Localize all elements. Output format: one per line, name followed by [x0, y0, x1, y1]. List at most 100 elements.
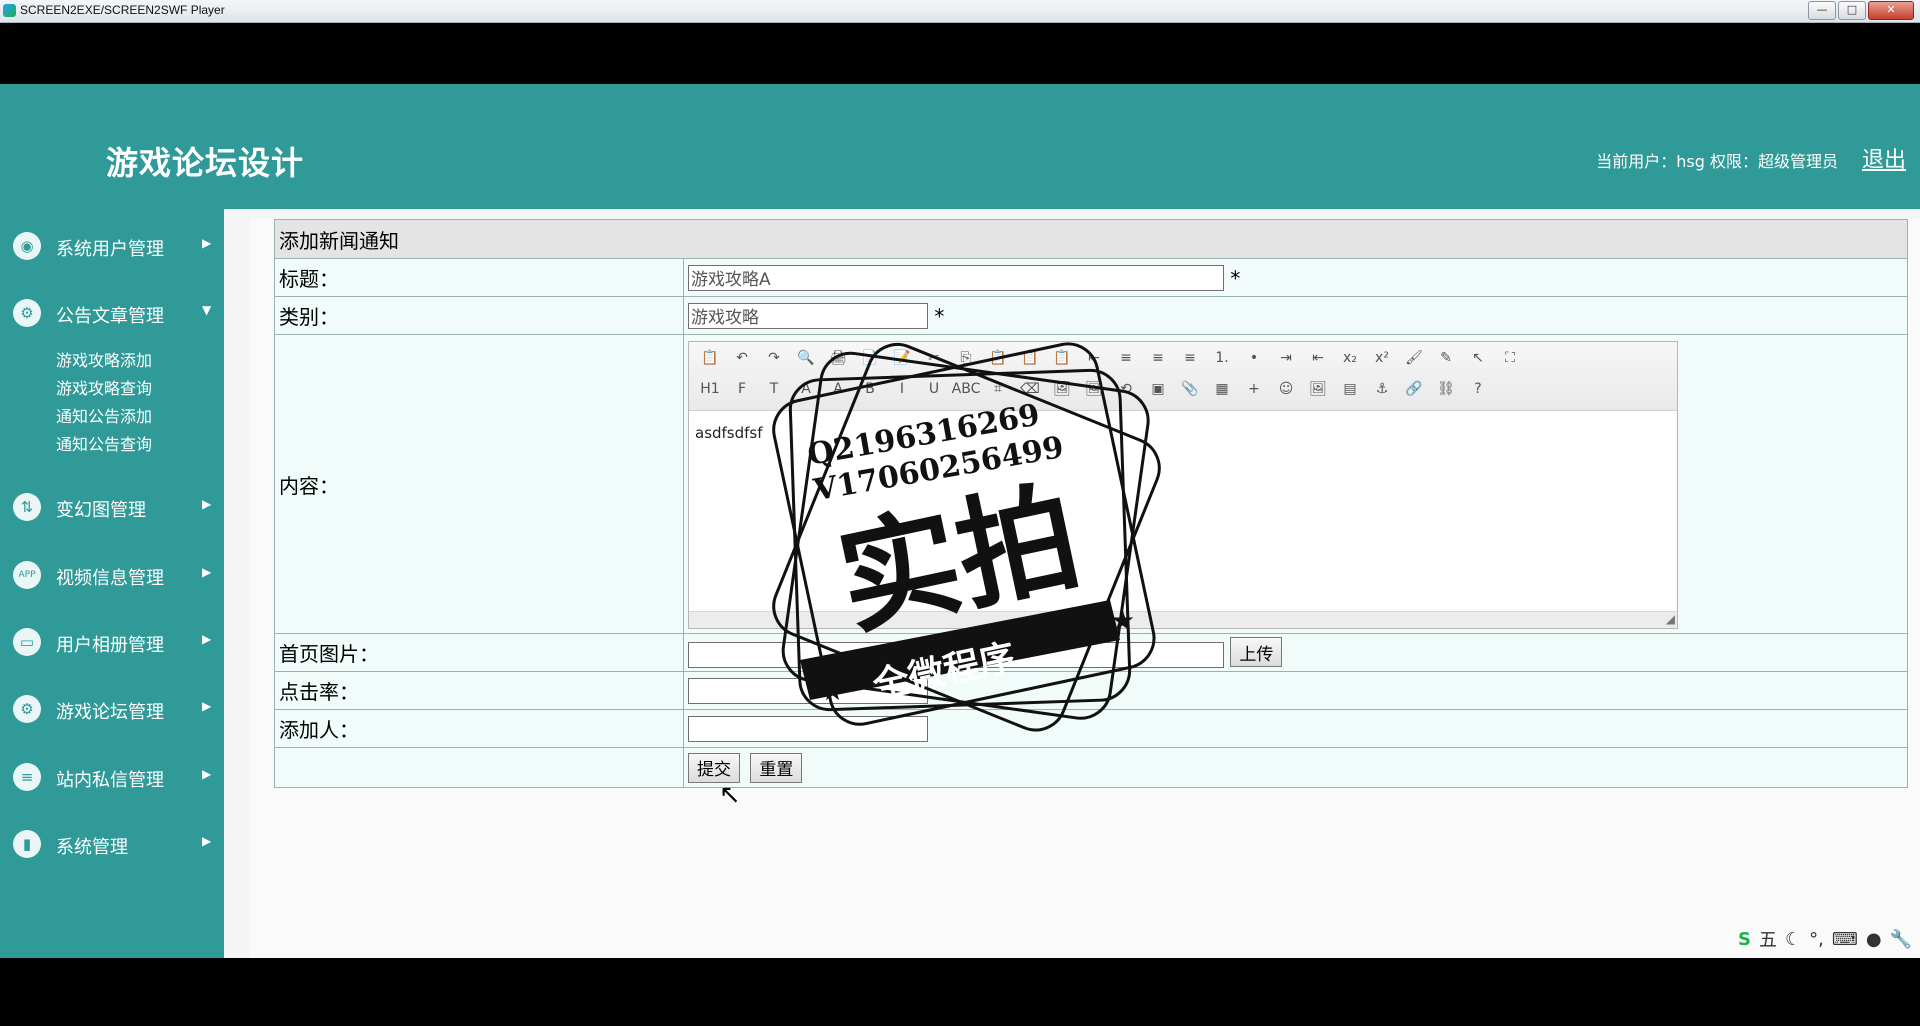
app-header: 游戏论坛设计 当前用户：hsg 权限：超级管理员 退出	[0, 84, 1920, 209]
editor-tool-icon[interactable]: U	[921, 377, 947, 401]
sidebar-item-carousel[interactable]: ⇅ 变幻图管理 ▶	[0, 487, 224, 527]
sidebar-item-system-users[interactable]: ◉ 系统用户管理 ▶	[0, 226, 224, 266]
editor-tool-icon[interactable]: H1	[697, 377, 723, 401]
editor-tool-icon[interactable]: 🖨	[825, 346, 851, 370]
editor-tool-icon[interactable]: 1.	[1209, 346, 1235, 370]
editor-toolbar: 📋 ↶ ↷ 🔍 🖨 📄 📝 ✂ ⎘ 📋 📋 📋 ⇤ ≡ ≡ ≡ 1. • ⇥ ⇤ x₂ x² 🖌 ✎ ↖ ⛶ H1 F T A A B I U A…	[689, 342, 1677, 411]
editor-tool-icon[interactable]: •	[1241, 346, 1267, 370]
minimize-button[interactable]: —	[1808, 1, 1836, 20]
logout-link[interactable]: 退出	[1862, 142, 1906, 174]
editor-tool-icon[interactable]: ⇤	[1305, 346, 1331, 370]
editor-tool-icon[interactable]: A	[793, 377, 819, 401]
editor-tool-icon[interactable]: ↖	[1465, 346, 1491, 370]
sogou-icon[interactable]: S	[1738, 929, 1751, 950]
editor-tool-icon[interactable]: ⎘	[953, 346, 979, 370]
editor-tool-icon[interactable]: ▤	[1337, 377, 1363, 401]
reset-button[interactable]: 重置	[750, 752, 803, 783]
editor-tool-icon[interactable]: 🖼	[1305, 377, 1331, 401]
editor-content[interactable]: asdfsdfsf	[695, 424, 763, 442]
editor-tool-icon[interactable]: ↷	[761, 346, 787, 370]
sidebar-item-label: 站内私信管理	[56, 770, 164, 791]
editor-tool-icon[interactable]: ⚓	[1369, 377, 1395, 401]
editor-tool-icon[interactable]: F	[729, 377, 755, 401]
user-icon[interactable]: ●	[1866, 929, 1882, 950]
editor-tool-icon[interactable]: 🖼	[1081, 377, 1107, 401]
editor-tool-icon[interactable]: ?	[1465, 377, 1491, 401]
chevron-right-icon: ▶	[202, 699, 212, 713]
punctuation-icon[interactable]: °,	[1809, 929, 1824, 950]
editor-tool-icon[interactable]: 📄	[857, 346, 883, 370]
image-path-input[interactable]	[688, 641, 1224, 668]
adder-input[interactable]	[688, 716, 928, 742]
editor-tool-icon[interactable]: ▣	[1145, 377, 1171, 401]
editor-tool-icon[interactable]: ≡	[1113, 346, 1139, 370]
user-screen-icon: ◉	[13, 232, 41, 260]
car-icon: ▭	[13, 628, 41, 656]
moon-icon[interactable]: ☾	[1785, 929, 1801, 950]
editor-tool-icon[interactable]: ⌗	[985, 377, 1011, 401]
keyboard-icon[interactable]: ⌨	[1832, 929, 1858, 950]
editor-tool-icon[interactable]: 🖼	[1049, 377, 1075, 401]
editor-tool-icon[interactable]: B	[857, 377, 883, 401]
editor-tool-icon[interactable]: ⟲	[1113, 377, 1139, 401]
editor-tool-icon[interactable]: 🔍	[793, 346, 819, 370]
editor-tool-icon[interactable]: ≡	[1177, 346, 1203, 370]
chevron-right-icon: ▶	[202, 236, 212, 250]
resize-handle-icon[interactable]: ◢	[1666, 612, 1675, 626]
editor-tool-icon[interactable]: 📎	[1177, 377, 1203, 401]
editor-tool-icon[interactable]: I	[889, 377, 915, 401]
wrench-icon[interactable]: 🔧	[1890, 929, 1912, 950]
gear-icon: ⚙	[13, 695, 41, 723]
sidebar-item-system[interactable]: ▮ 系统管理 ▶	[0, 824, 224, 864]
wubi-icon[interactable]: 五	[1759, 926, 1777, 952]
editor-tool-icon[interactable]: ABC	[952, 377, 981, 401]
chevron-down-icon: ▼	[202, 303, 212, 317]
editor-tool-icon[interactable]: ⛓	[1433, 377, 1459, 401]
editor-tool-icon[interactable]: ↶	[729, 346, 755, 370]
editor-tool-icon[interactable]: A	[825, 377, 851, 401]
sidebar-subitem-notice-query[interactable]: 通知公告查询	[56, 431, 152, 455]
editor-tool-icon[interactable]: ☺	[1273, 377, 1299, 401]
sidebar-subitem-notice-add[interactable]: 通知公告添加	[56, 403, 152, 427]
editor-tool-icon[interactable]: ✂	[921, 346, 947, 370]
editor-tool-icon[interactable]: 📋	[697, 346, 723, 370]
rich-text-editor[interactable]: 📋 ↶ ↷ 🔍 🖨 📄 📝 ✂ ⎘ 📋 📋 📋 ⇤ ≡ ≡ ≡ 1. • ⇥ ⇤ x₂ x² 🖌 ✎ ↖ ⛶ H1 F T A A B I U A…	[688, 341, 1678, 629]
editor-tool-icon[interactable]: T	[761, 377, 787, 401]
sidebar: ◉ 系统用户管理 ▶ ⚙ 公告文章管理 ▼ 游戏攻略添加 游戏攻略查询 通知公告…	[0, 209, 224, 958]
adder-label: 添加人：	[274, 709, 684, 748]
category-input[interactable]	[688, 302, 928, 329]
editor-tool-icon[interactable]: ≡	[1145, 346, 1171, 370]
editor-tool-icon[interactable]: ✎	[1433, 346, 1459, 370]
editor-tool-icon[interactable]: ▦	[1209, 377, 1235, 401]
player-logo-icon	[3, 4, 16, 17]
editor-tool-icon[interactable]: 📋	[985, 346, 1011, 370]
sidebar-subitem-guide-query[interactable]: 游戏攻略查询	[56, 375, 152, 399]
sidebar-item-video[interactable]: APP 视频信息管理 ▶	[0, 555, 224, 595]
editor-tool-icon[interactable]: 📝	[889, 346, 915, 370]
editor-tool-icon[interactable]: x²	[1369, 346, 1395, 370]
sidebar-item-articles[interactable]: ⚙ 公告文章管理 ▼	[0, 293, 224, 333]
sidebar-subitem-guide-add[interactable]: 游戏攻略添加	[56, 347, 152, 371]
submit-button[interactable]: 提交	[688, 752, 740, 783]
editor-tool-icon[interactable]: +	[1241, 377, 1267, 401]
upload-button[interactable]: 上传	[1230, 637, 1283, 668]
editor-tool-icon[interactable]: x₂	[1337, 346, 1363, 370]
sidebar-item-messages[interactable]: ≡ 站内私信管理 ▶	[0, 757, 224, 797]
editor-tool-icon[interactable]: 🖌	[1401, 346, 1427, 370]
editor-tool-icon[interactable]: ⇥	[1273, 346, 1299, 370]
sidebar-item-forum[interactable]: ⚙ 游戏论坛管理 ▶	[0, 689, 224, 729]
chevron-right-icon: ▶	[202, 632, 212, 646]
clicks-input[interactable]	[688, 678, 928, 704]
maximize-button[interactable]: □	[1838, 1, 1866, 20]
window-controls: — □ ✕	[1808, 1, 1914, 20]
title-input[interactable]	[688, 264, 1224, 291]
editor-tool-icon[interactable]: ⌫	[1017, 377, 1043, 401]
editor-scrollbar[interactable]	[689, 611, 1677, 628]
sidebar-item-album[interactable]: ▭ 用户相册管理 ▶	[0, 622, 224, 662]
editor-tool-icon[interactable]: ⛶	[1497, 346, 1523, 370]
editor-tool-icon[interactable]: ⇤	[1081, 346, 1107, 370]
editor-tool-icon[interactable]: 📋	[1017, 346, 1043, 370]
close-button[interactable]: ✕	[1868, 1, 1914, 20]
editor-tool-icon[interactable]: 📋	[1049, 346, 1075, 370]
editor-tool-icon[interactable]: 🔗	[1401, 377, 1427, 401]
